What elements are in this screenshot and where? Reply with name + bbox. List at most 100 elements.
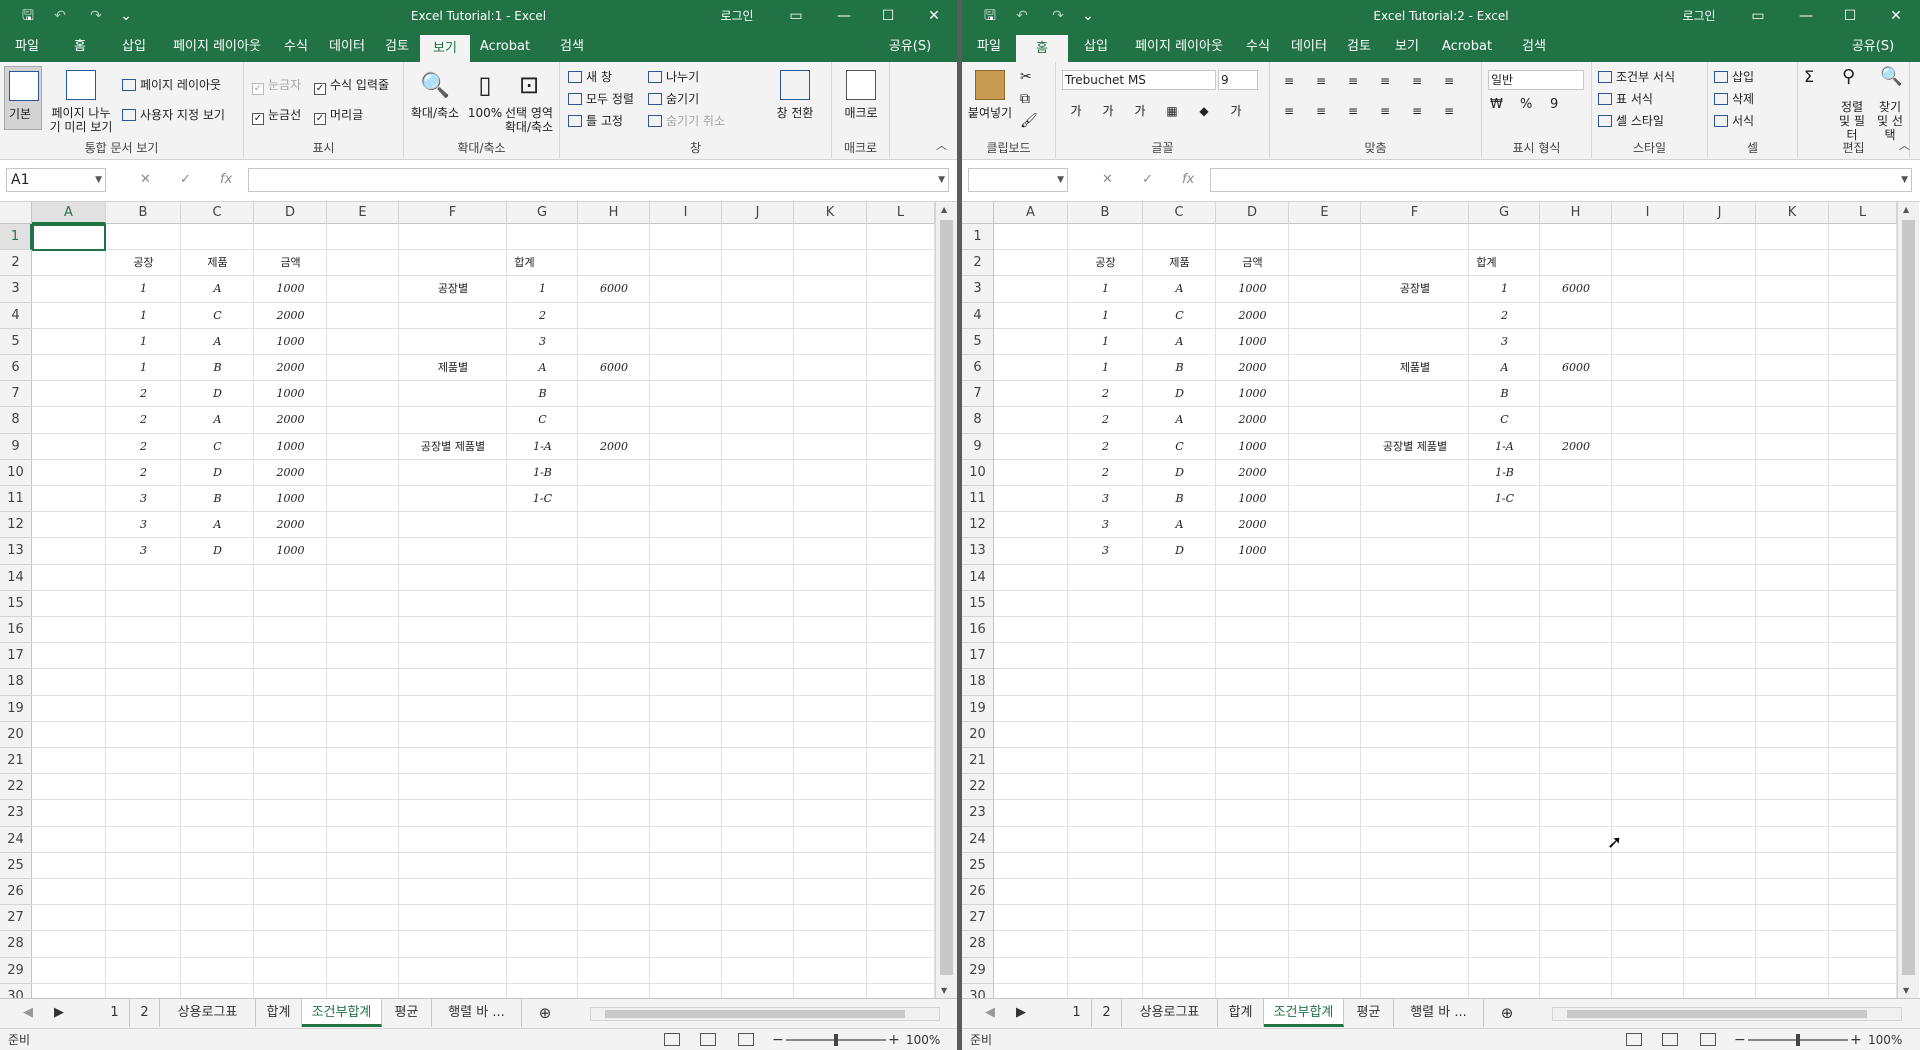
sheet-next-icon[interactable]: ▶	[44, 999, 74, 1027]
cell-amount-6[interactable]: 1000	[1216, 434, 1289, 460]
headings[interactable]: ✓ 머리글	[314, 108, 363, 125]
cell-factory-2[interactable]: 1	[106, 329, 181, 355]
format-cells-button[interactable]: 서식	[1714, 114, 1754, 128]
name-box-dropdown-icon[interactable]: ▼	[1057, 169, 1064, 191]
cell-summary-value-6[interactable]: 2000	[1540, 434, 1612, 460]
underline-icon[interactable]: 가	[1128, 100, 1152, 120]
delete-cells-button[interactable]: 삭제	[1714, 92, 1754, 106]
cell-product-9[interactable]: A	[1143, 512, 1216, 538]
hscroll-thumb[interactable]	[1567, 1010, 1867, 1018]
row-header-5[interactable]: 5	[0, 328, 32, 355]
column-header-H[interactable]: H	[578, 202, 650, 224]
row-header-27[interactable]: 27	[962, 905, 994, 932]
row-header-8[interactable]: 8	[0, 407, 32, 434]
column-header-I[interactable]: I	[650, 202, 722, 224]
insert-function-icon[interactable]: fx	[1182, 168, 1194, 192]
new-window-button[interactable]: 새 창	[568, 70, 612, 84]
row-header-19[interactable]: 19	[962, 695, 994, 722]
cell-amount-8[interactable]: 1000	[254, 486, 327, 512]
zoom-selection-button[interactable]: ⊡ 선택 영역 확대/축소	[504, 66, 554, 136]
row-header-5[interactable]: 5	[962, 328, 994, 355]
tab-4[interactable]: 수식	[272, 32, 320, 62]
sheet-tab-4[interactable]: 조건부합계	[1264, 999, 1344, 1027]
conditional-format-button[interactable]: 조건부 서식	[1598, 70, 1675, 84]
collapse-ribbon-icon[interactable]: ︿	[936, 137, 947, 153]
italic-icon[interactable]: 가	[1096, 100, 1120, 120]
formula-input[interactable]: ▼	[248, 168, 949, 192]
tab-9[interactable]: 검색	[1502, 32, 1566, 62]
row-header-27[interactable]: 27	[0, 905, 32, 932]
select-all-corner[interactable]	[962, 202, 994, 224]
row-header-9[interactable]: 9	[0, 433, 32, 460]
row-header-11[interactable]: 11	[0, 486, 32, 513]
cell-amount-0[interactable]: 1000	[1216, 276, 1289, 302]
sheet-tab-2[interactable]: 상용로그표	[1122, 999, 1218, 1027]
tab-8[interactable]: Acrobat	[470, 32, 540, 62]
paste-button[interactable]: 붙여넣기	[966, 66, 1014, 136]
close-icon[interactable]: ✕	[920, 0, 948, 32]
sheet-tab-4[interactable]: 조건부합계	[302, 999, 382, 1027]
cell-summary-key-4[interactable]: B	[1469, 381, 1540, 407]
arrange-all-button[interactable]: 모두 정렬	[568, 92, 634, 106]
number-format-box[interactable]: 일반	[1488, 70, 1584, 90]
column-header-D[interactable]: D	[1216, 202, 1289, 224]
align-icon-11[interactable]: ≡	[1438, 102, 1460, 120]
share-button[interactable]: 공유(S)	[1832, 32, 1914, 62]
sheet-tab-1[interactable]: 2	[1092, 999, 1122, 1027]
cell-amount-5[interactable]: 2000	[254, 407, 327, 433]
cell-summary-key-3[interactable]: A	[507, 355, 578, 381]
maximize-icon[interactable]: ☐	[1836, 0, 1864, 32]
sheet-tab-0[interactable]: 1	[100, 999, 130, 1027]
cell-summary-value-0[interactable]: 6000	[578, 276, 650, 302]
cancel-icon[interactable]: ✕	[140, 168, 151, 192]
row-header-1[interactable]: 1	[0, 224, 32, 251]
cell-factory-2[interactable]: 1	[1068, 329, 1143, 355]
normal-view-icon[interactable]	[664, 1033, 680, 1046]
row-header-21[interactable]: 21	[0, 748, 32, 775]
cell-amount-7[interactable]: 2000	[254, 460, 327, 486]
column-header-A[interactable]: A	[994, 202, 1068, 224]
sheet-prev-icon[interactable]: ◀	[8, 999, 48, 1027]
cell-summary-value-3[interactable]: 6000	[1540, 355, 1612, 381]
align-icon-3[interactable]: ≡	[1374, 72, 1396, 90]
tab-6[interactable]: 검토	[374, 32, 420, 62]
cell-product-7[interactable]: D	[1143, 460, 1216, 486]
minimize-icon[interactable]: —	[830, 0, 858, 32]
cell-factory-8[interactable]: 3	[1068, 486, 1143, 512]
cell-product-5[interactable]: A	[1143, 407, 1216, 433]
hide-button[interactable]: 숨기기	[648, 92, 699, 106]
expand-formula-icon[interactable]: ▼	[938, 169, 945, 191]
row-header-28[interactable]: 28	[0, 931, 32, 958]
sheet-tab-6[interactable]: 행렬 바 ...	[432, 999, 522, 1027]
cell-product-7[interactable]: D	[181, 460, 254, 486]
cell-factory-3[interactable]: 1	[1068, 355, 1143, 381]
cell-product-6[interactable]: C	[1143, 434, 1216, 460]
zoom-level[interactable]: 100%	[906, 1029, 940, 1050]
cell-header-amount[interactable]: 금액	[254, 250, 327, 276]
split-button[interactable]: 나누기	[648, 70, 699, 84]
cell-product-0[interactable]: A	[181, 276, 254, 302]
row-header-2[interactable]: 2	[0, 250, 32, 277]
row-header-26[interactable]: 26	[0, 879, 32, 906]
align-icon-10[interactable]: ≡	[1406, 102, 1428, 120]
tab-8[interactable]: Acrobat	[1432, 32, 1502, 62]
sheet-prev-icon[interactable]: ◀	[970, 999, 1010, 1027]
row-header-25[interactable]: 25	[962, 852, 994, 879]
normal-view-button[interactable]: 기본	[4, 66, 42, 130]
cell-summary-label-3[interactable]: 제품별	[1361, 355, 1469, 381]
align-icon-4[interactable]: ≡	[1406, 72, 1428, 90]
format-painter-icon[interactable]: 🖌	[1020, 114, 1038, 128]
cell-factory-8[interactable]: 3	[106, 486, 181, 512]
add-sheet-icon[interactable]: ⊕	[1492, 999, 1522, 1027]
cell-product-5[interactable]: A	[181, 407, 254, 433]
sort-filter-button[interactable]: ⚲ 정렬 및 필터	[1834, 66, 1870, 143]
comma-icon[interactable]: 9	[1550, 98, 1558, 112]
gridlines[interactable]: ✓ 눈금선	[252, 108, 301, 125]
cut-icon[interactable]: ✂	[1020, 70, 1032, 84]
sheet-tab-1[interactable]: 2	[130, 999, 160, 1027]
tab-0[interactable]: 파일	[0, 32, 54, 62]
cell-amount-5[interactable]: 2000	[1216, 407, 1289, 433]
cell-factory-6[interactable]: 2	[106, 434, 181, 460]
cell-product-8[interactable]: B	[1143, 486, 1216, 512]
row-header-17[interactable]: 17	[962, 643, 994, 670]
